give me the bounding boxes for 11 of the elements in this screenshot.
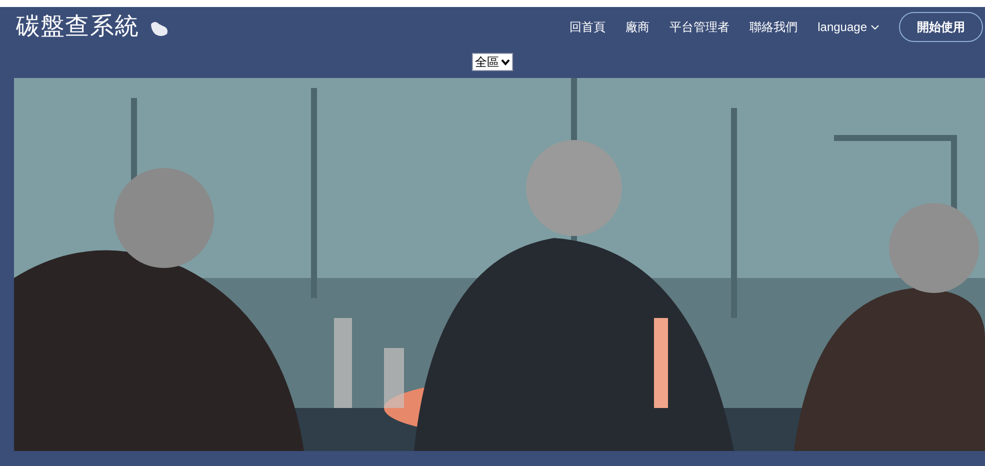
site-title[interactable]: 碳盤查系統 [16,9,139,45]
language-dropdown[interactable]: language [818,18,879,36]
nav-link[interactable]: 廠商 [626,18,650,36]
region-select-value: 全區 [475,54,499,71]
nav-link[interactable]: 平台管理者 [670,18,730,36]
start-button[interactable]: 開始使用 [899,12,983,42]
region-select[interactable]: 全區 [472,53,513,71]
nav-link[interactable]: 回首頁 [570,18,606,36]
caret-icon [501,58,510,66]
nav-link[interactable]: 聯絡我們 [750,18,798,36]
chevron-icon [871,24,879,30]
